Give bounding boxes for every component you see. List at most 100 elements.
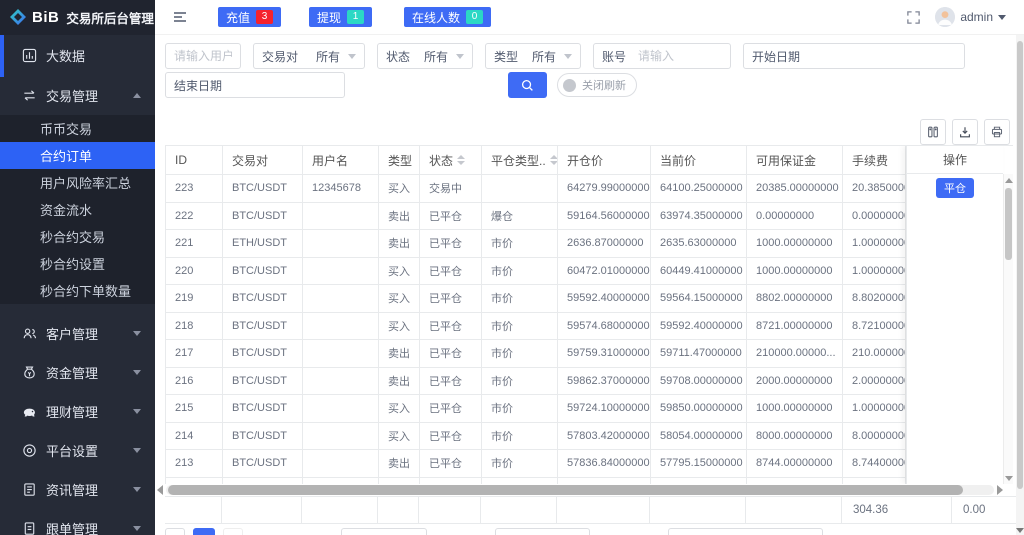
sidebar-group-wealth[interactable]: 理财管理 <box>0 392 155 431</box>
withdraw-button[interactable]: 提现 1 <box>309 7 373 27</box>
refresh-toggle[interactable]: 关闭刷新 <box>557 73 637 97</box>
cell-margin: 0.00000000 <box>747 202 843 229</box>
sidebar-group-copy-trading[interactable]: 跟单管理 <box>0 509 155 535</box>
sidebar-item-second-contract-settings[interactable]: 秒合约设置 <box>0 250 155 277</box>
user-id-input[interactable] <box>165 43 241 69</box>
cell-margin: 210000.00000... <box>747 340 843 367</box>
cell-status: 已平仓 <box>420 312 482 339</box>
sidebar-group-funds[interactable]: 资金管理 <box>0 353 155 392</box>
hscroll-thumb[interactable] <box>168 485 963 495</box>
sort-icon[interactable] <box>549 155 557 165</box>
account-input[interactable] <box>636 48 722 64</box>
window-scrollbar[interactable] <box>1016 35 1024 535</box>
user-menu[interactable]: admin <box>935 7 1006 27</box>
cell-username <box>303 257 379 284</box>
type-select[interactable]: 类型 所有 <box>485 43 581 69</box>
cell-close_type: 市价 <box>482 285 558 312</box>
cell-pair: ETH/USDT <box>223 230 303 257</box>
sidebar: 大数据 交易管理 币币交易 合约订单 用户风险率汇总 资金流水 秒合约交易 秒合… <box>0 35 155 535</box>
column-header-pair: 交易对 <box>223 146 303 174</box>
cell-pair: BTC/USDT <box>223 285 303 312</box>
chevron-down-icon <box>133 331 141 336</box>
table-vertical-scrollbar[interactable] <box>1003 174 1013 484</box>
menu-collapse-icon[interactable] <box>172 9 188 25</box>
start-date-input[interactable] <box>810 48 956 64</box>
cell-fee: 210.00000000 <box>843 340 906 367</box>
status-select[interactable]: 状态 所有 <box>377 43 473 69</box>
online-users-button[interactable]: 在线人数 0 <box>404 7 492 27</box>
table-toolbar <box>920 119 1010 145</box>
search-button[interactable] <box>508 72 547 98</box>
sidebar-group-news[interactable]: 资讯管理 <box>0 470 155 509</box>
window-scrollbar-thumb[interactable] <box>1017 41 1023 489</box>
print-button[interactable] <box>984 119 1010 145</box>
cell-action <box>907 394 1003 422</box>
pair-select[interactable]: 交易对 所有 <box>253 43 365 69</box>
piggy-bank-icon <box>23 408 35 417</box>
cell-close_type: 市价 <box>482 422 558 449</box>
window-scroll-down-arrow[interactable] <box>1016 528 1024 533</box>
logo: BiB 交易所后台管理 <box>0 0 155 35</box>
sidebar-item-fund-flow[interactable]: 资金流水 <box>0 196 155 223</box>
cell-open_price: 57836.84000000 <box>558 450 651 477</box>
recharge-button[interactable]: 充值 3 <box>218 7 282 27</box>
close-position-button[interactable]: 平仓 <box>936 177 974 198</box>
summary-cell <box>557 497 650 523</box>
hscroll-track[interactable] <box>166 485 994 495</box>
cell-status: 已平仓 <box>420 285 482 312</box>
table-vscroll-thumb[interactable] <box>1005 188 1012 260</box>
export-button[interactable] <box>952 119 978 145</box>
cell-open_price: 59759.31000000 <box>558 340 651 367</box>
fullscreen-icon[interactable] <box>906 10 921 25</box>
cell-current_price: 59708.00000000 <box>651 367 747 394</box>
scroll-up-arrow[interactable] <box>1005 178 1013 183</box>
sidebar-item-coin-trade[interactable]: 币币交易 <box>0 115 155 142</box>
cell-current_price: 59592.40000000 <box>651 312 747 339</box>
sidebar-item-user-risk[interactable]: 用户风险率汇总 <box>0 169 155 196</box>
pagination-extra-box[interactable] <box>668 528 823 535</box>
printer-icon <box>991 126 1003 138</box>
pagination-jump-box[interactable] <box>495 528 590 535</box>
cell-id: 221 <box>166 230 223 257</box>
sidebar-group-customers[interactable]: 客户管理 <box>0 314 155 353</box>
sidebar-item-bigdata[interactable]: 大数据 <box>0 35 155 75</box>
sidebar-group-label: 客户管理 <box>46 327 99 342</box>
cell-pair: BTC/USDT <box>223 450 303 477</box>
sidebar-group-platform-settings[interactable]: 平台设置 <box>0 431 155 470</box>
orders-table: ID 交易对 用户名 类型 状态 平仓类型.. 开仓价 当前价 可用保证金 手续费 223 BTC/… <box>165 145 1013 484</box>
pagination-size-select[interactable] <box>341 528 427 535</box>
pagination-prev[interactable]: ‹ <box>165 528 185 535</box>
sidebar-scrollbar-thumb[interactable] <box>0 35 4 77</box>
cell-type: 卖出 <box>379 340 420 367</box>
sidebar-group-trade[interactable]: 交易管理 <box>0 75 155 115</box>
sidebar-item-contract-orders[interactable]: 合约订单 <box>0 142 155 169</box>
cell-status: 已平仓 <box>420 230 482 257</box>
chevron-down-icon <box>133 487 141 492</box>
column-header-status[interactable]: 状态 <box>420 146 482 174</box>
column-header-close_type[interactable]: 平仓类型.. <box>482 146 558 174</box>
columns-button[interactable] <box>920 119 946 145</box>
sidebar-item-second-contract-trade[interactable]: 秒合约交易 <box>0 223 155 250</box>
cell-pair: BTC/USDT <box>223 202 303 229</box>
pagination-next[interactable]: › <box>223 528 243 535</box>
cell-pair: BTC/USDT <box>223 340 303 367</box>
cell-username <box>303 422 379 449</box>
cell-fee: 20.38500000 <box>843 175 906 202</box>
sidebar-item-second-contract-order-count[interactable]: 秒合约下单数量 <box>0 277 155 304</box>
cell-id: 215 <box>166 395 223 422</box>
type-label: 类型 <box>494 49 519 64</box>
table-horizontal-scrollbar[interactable] <box>157 484 1003 496</box>
column-header-fee: 手续费 <box>843 146 906 174</box>
scroll-down-arrow[interactable] <box>1005 476 1013 481</box>
end-date-input[interactable] <box>232 77 336 93</box>
column-label: 可用保证金 <box>756 153 817 168</box>
end-date-field[interactable]: 结束日期 <box>165 72 345 98</box>
type-value: 所有 <box>531 49 556 64</box>
scroll-right-arrow[interactable] <box>997 485 1003 495</box>
pagination-page-1[interactable] <box>193 528 215 535</box>
account-field[interactable]: 账号 <box>593 43 731 69</box>
sort-icon[interactable] <box>457 155 466 165</box>
start-date-field[interactable]: 开始日期 <box>743 43 965 69</box>
scroll-left-arrow[interactable] <box>157 485 163 495</box>
cell-action <box>907 339 1003 367</box>
